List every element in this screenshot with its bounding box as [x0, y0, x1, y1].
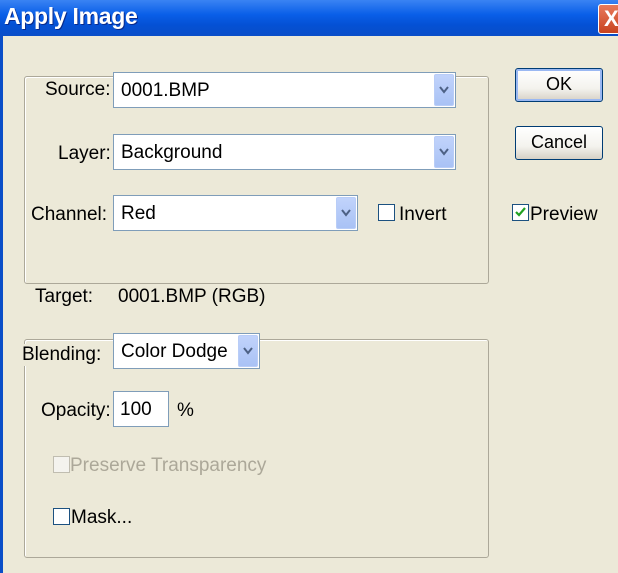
source-label: Source: [42, 79, 114, 101]
cancel-button[interactable]: Cancel [515, 126, 603, 160]
chevron-down-icon[interactable] [434, 74, 454, 106]
blending-label: Blending: [19, 344, 105, 366]
mask-label[interactable]: Mask... [71, 507, 132, 529]
opacity-input[interactable]: 100 [113, 391, 169, 427]
opacity-label: Opacity: [41, 400, 111, 421]
channel-label: Channel: [31, 204, 108, 225]
preview-checkbox[interactable] [512, 204, 529, 221]
channel-select-value: Red [121, 203, 156, 224]
ok-button[interactable]: OK [515, 68, 603, 102]
preserve-transparency-label: Preserve Transparency [70, 455, 267, 476]
checkmark-icon [515, 207, 526, 217]
preview-label[interactable]: Preview [530, 204, 598, 226]
layer-select-value: Background [121, 142, 223, 163]
dialog-body: Source: 0001.BMP Layer: Background Chann… [0, 36, 618, 573]
blending-select[interactable]: Color Dodge [113, 333, 260, 369]
invert-checkbox[interactable] [378, 204, 395, 221]
window-title: Apply Image [4, 3, 138, 29]
target-value: 0001.BMP (RGB) [118, 286, 266, 307]
blending-select-value: Color Dodge [121, 341, 228, 362]
title-bar[interactable]: Apply Image X [0, 0, 618, 36]
close-icon[interactable]: X [598, 4, 618, 34]
source-select-value: 0001.BMP [121, 80, 210, 101]
opacity-value: 100 [120, 399, 152, 420]
invert-label[interactable]: Invert [399, 204, 447, 226]
target-label: Target: [35, 286, 94, 307]
channel-select[interactable]: Red [113, 195, 358, 231]
chevron-down-icon[interactable] [336, 197, 356, 229]
preserve-transparency-checkbox[interactable] [53, 456, 70, 473]
layer-select[interactable]: Background [113, 134, 456, 170]
window-left-border [0, 36, 3, 573]
layer-label: Layer: [58, 143, 111, 164]
chevron-down-icon[interactable] [238, 335, 258, 367]
mask-checkbox[interactable] [53, 508, 70, 525]
opacity-unit: % [177, 400, 194, 421]
chevron-down-icon[interactable] [434, 136, 454, 168]
source-select[interactable]: 0001.BMP [113, 72, 456, 108]
